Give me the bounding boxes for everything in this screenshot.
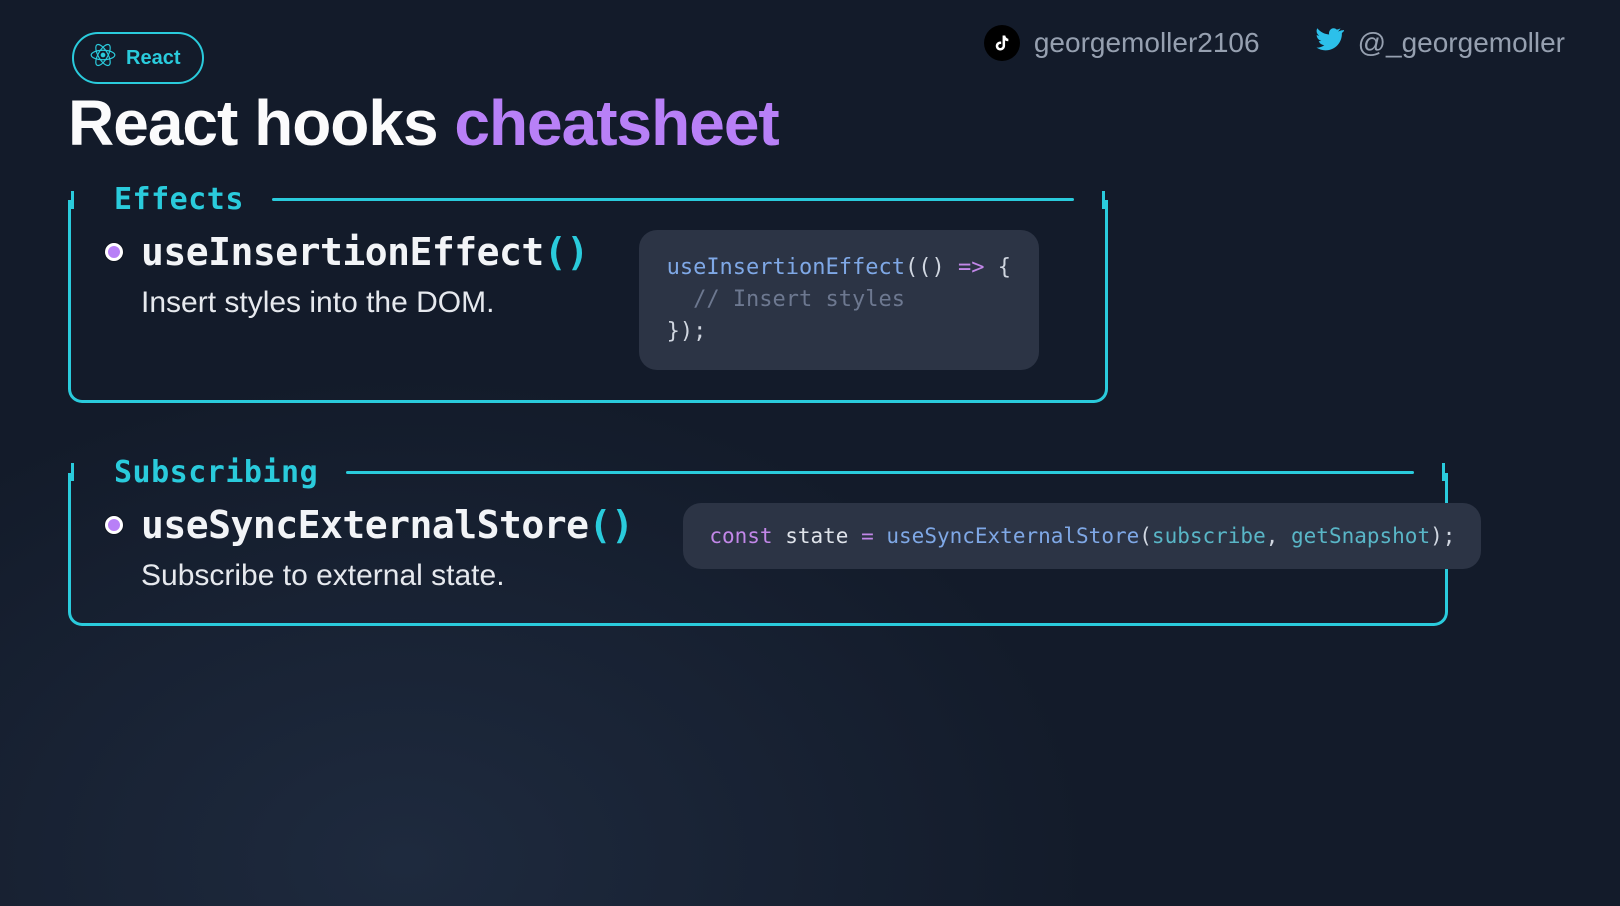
hook-parens: ()	[589, 503, 634, 547]
panel-header: Effects	[71, 182, 1105, 217]
content-area: Effects useInsertionEffect() Insert styl…	[68, 200, 1552, 696]
react-icon	[90, 42, 116, 74]
title-accent: cheatsheet	[454, 87, 778, 159]
panel-title: Subscribing	[114, 455, 318, 490]
hook-description: Subscribe to external state.	[141, 559, 633, 593]
page-title: React hooks cheatsheet	[68, 86, 779, 160]
react-badge: React	[72, 32, 204, 84]
hook-name-line: useInsertionEffect()	[105, 230, 589, 274]
tiktok-text: georgemoller2106	[1034, 27, 1260, 59]
panel-corner	[1102, 191, 1105, 209]
panel-corner	[1442, 463, 1445, 481]
panel-rule	[272, 198, 1074, 201]
code-snippet: useInsertionEffect(() => { // Insert sty…	[639, 230, 1039, 370]
twitter-text: @_georgemoller	[1358, 27, 1565, 59]
panel-subscribing: Subscribing useSyncExternalStore() Subsc…	[68, 473, 1448, 626]
tiktok-handle[interactable]: georgemoller2106	[984, 25, 1260, 61]
twitter-handle[interactable]: @_georgemoller	[1310, 22, 1565, 63]
bullet-icon	[105, 243, 123, 261]
panel-rule	[346, 471, 1414, 474]
badge-label: React	[126, 47, 180, 70]
tiktok-icon	[984, 25, 1020, 61]
twitter-icon	[1310, 22, 1344, 63]
panel-effects: Effects useInsertionEffect() Insert styl…	[68, 200, 1108, 403]
hook-name: useSyncExternalStore	[141, 503, 589, 547]
panel-title: Effects	[114, 182, 244, 217]
hook-parens: ()	[544, 230, 589, 274]
panel-header: Subscribing	[71, 455, 1445, 490]
hook-name-line: useSyncExternalStore()	[105, 503, 633, 547]
title-prefix: React hooks	[68, 87, 454, 159]
social-bar: georgemoller2106 @_georgemoller	[984, 22, 1565, 63]
hook-description: Insert styles into the DOM.	[141, 286, 589, 320]
bullet-icon	[105, 516, 123, 534]
hook-name: useInsertionEffect	[141, 230, 544, 274]
code-snippet: const state = useSyncExternalStore(subsc…	[683, 503, 1481, 569]
